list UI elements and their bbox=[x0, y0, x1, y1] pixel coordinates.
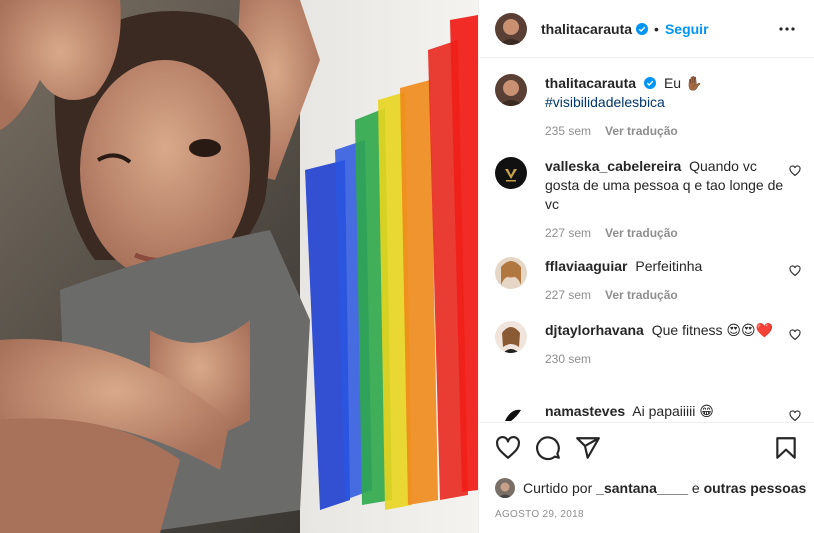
caption: thalitacarauta Eu ✋🏾 #visibilidadelesbic… bbox=[495, 74, 801, 154]
comment-username[interactable]: namasteves bbox=[545, 403, 625, 419]
heart-icon[interactable] bbox=[789, 165, 801, 177]
action-bar bbox=[479, 422, 814, 472]
caption-author-avatar[interactable] bbox=[495, 74, 527, 106]
heart-icon[interactable] bbox=[789, 265, 801, 277]
likes-conjunction: e bbox=[691, 480, 700, 496]
comment-username[interactable]: fflaviaaguiar bbox=[545, 258, 627, 274]
caption-hashtag[interactable]: #visibilidadelesbica bbox=[545, 93, 785, 112]
caption-username[interactable]: thalitacarauta bbox=[545, 75, 636, 91]
comment-item: djtaylorhavana Que fitness 😍😍❤️ 230 sem bbox=[495, 321, 801, 383]
share-icon[interactable] bbox=[575, 435, 601, 461]
comment-age: 230 sem bbox=[545, 352, 592, 366]
post-image-illustration bbox=[0, 0, 478, 533]
caption-text: Eu ✋🏾 bbox=[663, 75, 703, 91]
separator-dot: • bbox=[654, 20, 659, 37]
comment-age: 227 sem bbox=[545, 288, 592, 302]
follow-button[interactable]: Seguir bbox=[665, 21, 709, 37]
commenter-avatar[interactable] bbox=[495, 402, 527, 421]
verified-badge-icon bbox=[644, 77, 657, 89]
caption-meta: 235 sem Ver tradução bbox=[545, 122, 785, 141]
post-date[interactable]: AGOSTO 29, 2018 bbox=[495, 509, 584, 520]
comment-meta: 227 sem Ver tradução bbox=[545, 224, 785, 243]
commenter-avatar[interactable] bbox=[495, 257, 527, 289]
comment-item: fflaviaaguiar Perfeitinha 227 sem Ver tra… bbox=[495, 257, 801, 302]
comment-meta: 227 sem Ver tradução bbox=[545, 286, 785, 305]
others-link[interactable]: outras pessoas bbox=[704, 480, 807, 496]
translate-button[interactable]: Ver tradução bbox=[605, 124, 678, 138]
translate-button[interactable]: Ver tradução bbox=[605, 226, 678, 240]
comment-age: 227 sem bbox=[545, 226, 592, 240]
comment-meta: 230 sem bbox=[545, 350, 785, 369]
post-side-panel: thalitacarauta • Seguir thalitacarauta E… bbox=[478, 0, 814, 533]
comment-text: Perfeitinha bbox=[635, 258, 703, 274]
author-username[interactable]: thalitacarauta bbox=[541, 21, 632, 37]
commenter-avatar[interactable] bbox=[495, 321, 527, 353]
post-header: thalitacarauta • Seguir bbox=[479, 0, 814, 58]
bookmark-icon[interactable] bbox=[773, 435, 799, 461]
comments-list[interactable]: thalitacarauta Eu ✋🏾 #visibilidadelesbic… bbox=[479, 59, 814, 421]
heart-icon[interactable] bbox=[789, 410, 801, 421]
commenter-avatar[interactable] bbox=[495, 157, 527, 189]
translate-button[interactable]: Ver tradução bbox=[605, 288, 678, 302]
more-options-icon[interactable] bbox=[777, 20, 797, 38]
heart-icon[interactable] bbox=[495, 435, 521, 461]
likes-summary: Curtido por _santana____ e outras pessoa… bbox=[495, 478, 806, 498]
comment-username[interactable]: djtaylorhavana bbox=[545, 322, 644, 338]
comment-icon[interactable] bbox=[535, 435, 561, 461]
comment-item: namasteves Ai papaiiiii 😁 bbox=[495, 402, 801, 421]
comment-username[interactable]: valleska_cabelereira bbox=[545, 158, 681, 174]
author-avatar[interactable] bbox=[495, 12, 527, 45]
verified-badge-icon bbox=[636, 22, 649, 35]
liker-username[interactable]: _santana____ bbox=[596, 480, 688, 496]
post-photo[interactable] bbox=[0, 0, 478, 533]
heart-icon[interactable] bbox=[789, 329, 801, 341]
caption-age: 235 sem bbox=[545, 124, 592, 138]
comment-item: valleska_cabelereira Quando vc gosta de … bbox=[495, 157, 801, 240]
comment-text: Que fitness 😍😍❤️ bbox=[651, 322, 774, 338]
liker-avatar[interactable] bbox=[495, 478, 515, 498]
comment-text: Ai papaiiiii 😁 bbox=[632, 403, 714, 419]
likes-prefix: Curtido por bbox=[523, 480, 593, 496]
